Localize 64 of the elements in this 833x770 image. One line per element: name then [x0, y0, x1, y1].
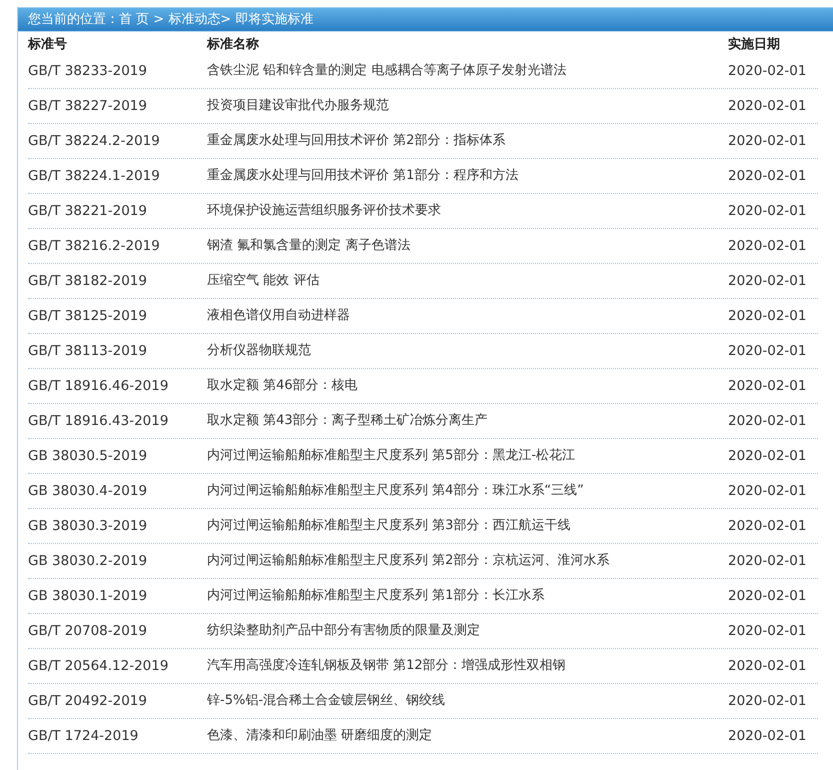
- table-cell-text: 2020-02-01: [728, 516, 808, 536]
- standard-name-link[interactable]: 含铁尘泥 铅和锌含量的测定 电感耦合等离子体原子发射光谱法: [207, 61, 728, 81]
- standard-name-link[interactable]: 内河过闸运输船舶标准船型主尺度系列 第2部分：京杭运河、淮河水系: [207, 551, 728, 571]
- column-header: 标准名称: [207, 36, 260, 54]
- table-cell-text: GB/T 20564.12-2019: [28, 656, 170, 676]
- standard-name-link[interactable]: 投资项目建设审批代办服务规范: [207, 96, 728, 116]
- standard-name-link[interactable]: 取水定额 第46部分：核电: [207, 376, 728, 396]
- table-cell-text: 2020-02-01: [728, 446, 808, 466]
- table-cell-text: GB/T 38113-2019: [28, 342, 148, 361]
- table-cell-text: GB 38030.4-2019: [28, 482, 148, 501]
- standard-name-link[interactable]: 压缩空气 能效 评估: [207, 271, 728, 291]
- standard-name-link[interactable]: 汽车用高强度冷连轧钢板及钢带 第12部分：增强成形性双相钢: [207, 656, 728, 676]
- standard-name-link[interactable]: 液相色谱仪用自动进样器: [207, 306, 728, 326]
- table-cell-text: GB/T 18916.43-2019: [28, 412, 170, 431]
- standard-name-link[interactable]: 钢渣 氟和氯含量的测定 离子色谱法: [207, 236, 728, 256]
- standard-name-link[interactable]: 色漆、清漆和印刷油墨 研磨细度的测定: [207, 726, 728, 746]
- column-header: 标准号: [28, 36, 68, 54]
- table-cell-text: 2020-02-01: [728, 376, 808, 396]
- standard-name-link[interactable]: 重金属废水处理与回用技术评价 第1部分：程序和方法: [207, 166, 728, 186]
- table-cell-text: GB 38030.3-2019: [28, 516, 148, 536]
- column-header: 实施日期: [728, 36, 781, 54]
- standard-name-link[interactable]: 内河过闸运输船舶标准船型主尺度系列 第1部分：长江水系: [207, 586, 728, 606]
- table-cell-text: GB 38030.2-2019: [28, 552, 148, 571]
- table-cell-text: GB 38030.1-2019: [28, 586, 148, 606]
- table-cell-text: GB/T 18916.46-2019: [28, 376, 170, 396]
- table-cell-text: GB/T 38125-2019: [28, 306, 148, 326]
- standard-name-link[interactable]: 内河过闸运输船舶标准船型主尺度系列 第4部分：珠江水系“三线”: [207, 481, 728, 501]
- table-cell-text: GB/T 20492-2019: [28, 692, 148, 711]
- table-cell-text: 2020-02-01: [728, 272, 808, 291]
- breadcrumb-bar: 您当前的位置：首 页 > 标准动态> 即将实施标准: [18, 8, 833, 32]
- standard-name-link[interactable]: 分析仪器物联规范: [207, 341, 728, 361]
- table-cell-text: GB/T 38182-2019: [28, 272, 148, 291]
- table-cell-text: 2020-02-01: [728, 306, 808, 326]
- table-cell-text: 2020-02-01: [728, 412, 808, 431]
- table-cell-text: 2020-02-01: [728, 236, 808, 256]
- standard-name-link[interactable]: 环境保护设施运营组织服务评价技术要求: [207, 201, 728, 221]
- table-cell-text: 2020-02-01: [728, 656, 808, 676]
- table-cell-text: 2020-02-01: [728, 726, 808, 746]
- standard-name-link[interactable]: 锌-5%铝-混合稀土合金镀层钢丝、钢绞线: [207, 691, 728, 711]
- table-cell-text: GB/T 38227-2019: [28, 96, 148, 116]
- table-cell-text: 2020-02-01: [728, 622, 808, 641]
- table-cell-text: GB 38030.5-2019: [28, 446, 148, 466]
- standard-name-link[interactable]: 内河过闸运输船舶标准船型主尺度系列 第3部分：西江航运干线: [207, 516, 728, 536]
- standard-name-link[interactable]: 内河过闸运输船舶标准船型主尺度系列 第5部分：黑龙江-松花江: [207, 446, 728, 466]
- table-cell-text: 2020-02-01: [728, 62, 808, 81]
- standard-name-link[interactable]: 取水定额 第43部分：离子型稀土矿冶炼分离生产: [207, 411, 728, 431]
- table-cell-text: 2020-02-01: [728, 132, 808, 151]
- table-cell-text: GB/T 38216.2-2019: [28, 236, 161, 256]
- table-cell-text: GB/T 20708-2019: [28, 622, 148, 641]
- table-cell-text: 2020-02-01: [728, 166, 808, 186]
- table-cell-text: 2020-02-01: [728, 586, 808, 606]
- table-cell-text: 2020-02-01: [728, 552, 808, 571]
- table-cell-text: GB/T 38224.2-2019: [28, 132, 161, 151]
- table-cell-text: 2020-02-01: [728, 692, 808, 711]
- table-cell-text: GB/T 38224.1-2019: [28, 166, 161, 186]
- table-cell-text: GB/T 1724-2019: [28, 726, 140, 746]
- table-cell-text: 2020-02-01: [728, 482, 808, 501]
- table-cell-text: 2020-02-01: [728, 96, 808, 116]
- table-cell-text: GB/T 38233-2019: [28, 62, 148, 81]
- table-cell-text: 2020-02-01: [728, 342, 808, 361]
- table-cell-text: GB/T 38221-2019: [28, 202, 148, 221]
- standard-name-link[interactable]: 重金属废水处理与回用技术评价 第2部分：指标体系: [207, 131, 728, 151]
- table-cell-text: 2020-02-01: [728, 202, 808, 221]
- standard-name-link[interactable]: 纺织染整助剂产品中部分有害物质的限量及测定: [207, 621, 728, 641]
